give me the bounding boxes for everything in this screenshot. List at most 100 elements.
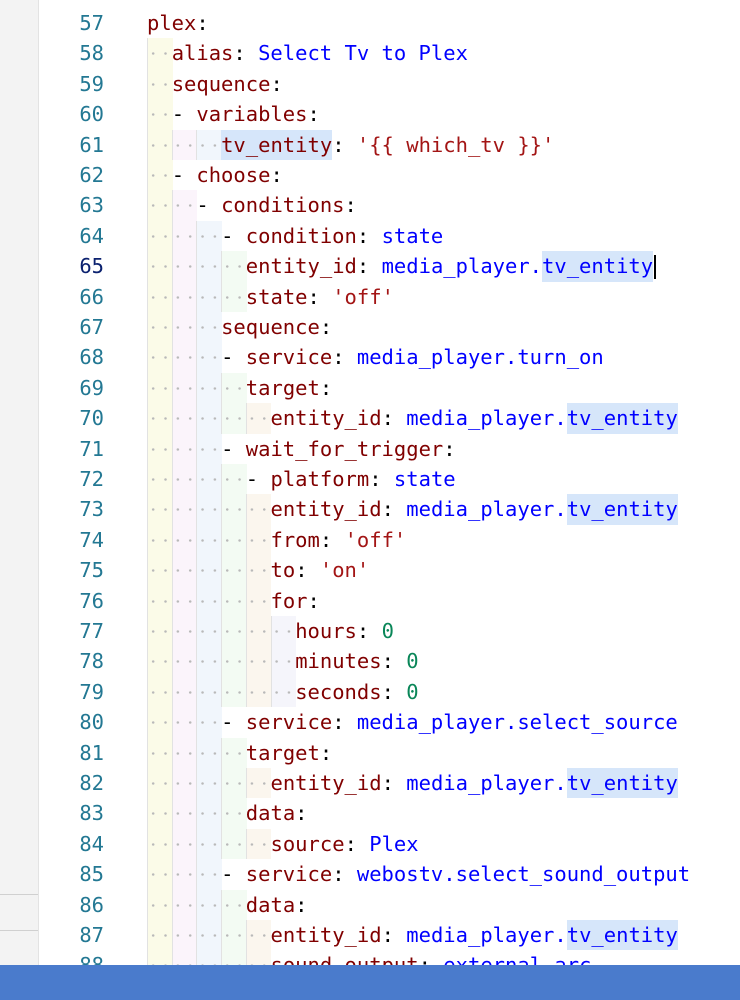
code-line[interactable]: 68 - service: media_player.turn_on	[39, 342, 740, 372]
code-token: tv_entity	[566, 494, 678, 525]
code-line[interactable]: 88 sound_output: external_arc	[39, 950, 740, 965]
code-line[interactable]: 64 - condition: state	[39, 221, 740, 251]
code-line[interactable]: 80 - service: media_player.select_source	[39, 707, 740, 737]
code-line[interactable]: 86 data:	[39, 890, 740, 920]
line-number: 63	[79, 193, 104, 218]
code-token: state	[245, 284, 308, 309]
code-line[interactable]: 62 - choose:	[39, 160, 740, 190]
code-token: data	[245, 801, 296, 826]
code-line[interactable]: 67 sequence:	[39, 312, 740, 342]
code-token: sequence	[171, 71, 271, 96]
indent-whitespace	[147, 768, 271, 798]
code-line[interactable]: 79 seconds: 0	[39, 677, 740, 707]
code-token: :	[270, 163, 283, 187]
code-line[interactable]: 63 - conditions:	[39, 190, 740, 220]
code-token: :	[381, 649, 407, 674]
indent-whitespace	[147, 190, 197, 220]
code-token: -	[221, 862, 246, 887]
code-text: - variables:	[147, 99, 320, 129]
code-line[interactable]: 66 state: 'off'	[39, 282, 740, 312]
code-token: -	[171, 163, 197, 187]
line-number: 84	[79, 831, 104, 856]
code-token: data	[245, 892, 296, 917]
indent-whitespace	[147, 677, 296, 707]
code-text: entity_id: media_player.tv_entity	[147, 251, 657, 282]
code-line[interactable]: 73 entity_id: media_player.tv_entity	[39, 494, 740, 525]
code-line[interactable]: 60 - variables:	[39, 99, 740, 129]
code-token: service	[245, 345, 333, 370]
line-number: 88	[39, 950, 104, 965]
code-line[interactable]: 70 entity_id: media_player.tv_entity	[39, 403, 740, 434]
code-token: external_arc	[443, 950, 591, 965]
code-text: - platform: state	[147, 464, 456, 494]
code-token: tv_entity	[566, 920, 678, 951]
code-token: service	[245, 862, 333, 887]
code-line[interactable]: 65 entity_id: media_player.tv_entity	[39, 251, 740, 282]
indent-whitespace	[147, 859, 222, 889]
code-token: condition	[245, 223, 357, 248]
indent-whitespace	[147, 403, 271, 433]
code-text: sequence:	[147, 312, 332, 342]
code-token: minutes	[295, 649, 382, 674]
code-editor[interactable]: 57 plex: 58 alias: Select Tv to Plex 59 seque…	[39, 0, 740, 965]
code-line[interactable]: 61 tv_entity: '{{ which_tv }}'	[39, 129, 740, 160]
code-token: :	[295, 892, 308, 917]
code-line[interactable]: 87 entity_id: media_player.tv_entity	[39, 920, 740, 951]
code-token: -	[221, 223, 246, 248]
code-token: :	[443, 436, 456, 461]
line-number: 82	[79, 771, 104, 795]
code-line[interactable]: 85 - service: webostv.select_sound_output	[39, 859, 740, 889]
code-token: :	[419, 950, 444, 965]
code-token: entity_id	[245, 254, 357, 279]
code-token: :	[332, 345, 357, 370]
code-line[interactable]: 71 - wait_for_trigger:	[39, 434, 740, 464]
indent-whitespace	[147, 525, 271, 555]
code-token: :	[319, 315, 333, 339]
code-token: target	[245, 375, 320, 400]
code-token: media_player.	[406, 497, 567, 522]
code-text: for:	[147, 586, 320, 616]
indent-whitespace	[147, 707, 222, 737]
code-line[interactable]: 72 - platform: state	[39, 464, 740, 494]
code-text: target:	[147, 738, 332, 768]
code-token: -	[171, 102, 197, 127]
line-number: 77	[79, 619, 104, 643]
code-line[interactable]: 83 data:	[39, 798, 740, 828]
code-line[interactable]: 59 sequence:	[39, 69, 740, 99]
code-line[interactable]: 58 alias: Select Tv to Plex	[39, 38, 740, 68]
code-line[interactable]: 75 to: 'on'	[39, 555, 740, 585]
indent-whitespace	[147, 646, 296, 676]
code-text: minutes: 0	[147, 646, 419, 676]
indent-whitespace	[147, 738, 246, 768]
code-line[interactable]: 74 from: 'off'	[39, 525, 740, 555]
code-token: :	[332, 710, 357, 735]
code-line[interactable]: 76 for:	[39, 586, 740, 616]
indent-whitespace	[147, 950, 271, 965]
code-token: to	[270, 558, 296, 583]
line-number: 57	[79, 11, 104, 35]
code-token: :	[319, 740, 333, 765]
code-text: - choose:	[147, 160, 283, 190]
code-token: media_player.turn_on	[356, 345, 604, 370]
code-line[interactable]: 84 source: Plex	[39, 829, 740, 859]
line-number: 68	[79, 345, 104, 370]
indent-whitespace	[147, 920, 271, 950]
code-token: media_player.	[381, 254, 543, 279]
code-text: - condition: state	[147, 221, 443, 251]
indent-whitespace	[147, 464, 246, 494]
code-line[interactable]: 69 target:	[39, 373, 740, 403]
code-line[interactable]: 57 plex:	[39, 8, 740, 38]
indent-whitespace	[147, 373, 246, 403]
code-text: - service: media_player.turn_on	[147, 342, 604, 372]
line-number: 87	[79, 923, 104, 947]
code-token: 'off'	[344, 527, 407, 552]
code-token: tv_entity	[566, 403, 678, 434]
code-line[interactable]: 77 hours: 0	[39, 616, 740, 646]
code-line[interactable]: 81 target:	[39, 738, 740, 768]
code-line[interactable]: 78 minutes: 0	[39, 646, 740, 676]
code-text: to: 'on'	[147, 555, 369, 585]
code-text: - conditions:	[147, 190, 357, 220]
line-number: 75	[79, 558, 104, 583]
code-text: from: 'off'	[147, 525, 406, 555]
code-line[interactable]: 82 entity_id: media_player.tv_entity	[39, 768, 740, 799]
